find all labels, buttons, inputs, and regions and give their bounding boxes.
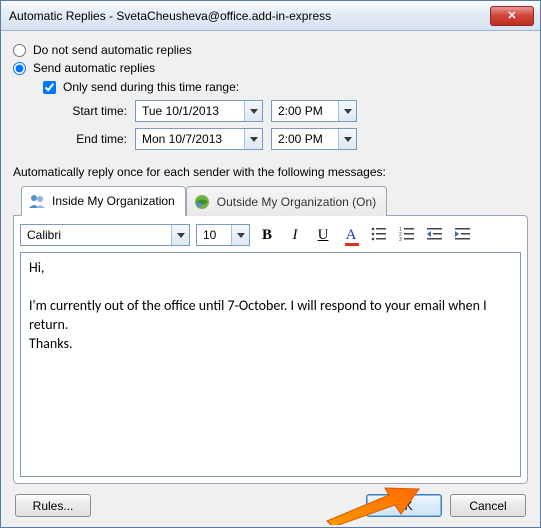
start-time-combo[interactable]: 2:00 PM [271,100,357,122]
section-label: Automatically reply once for each sender… [13,153,528,185]
increase-indent-icon [455,227,471,244]
bulleted-list-icon [371,227,387,244]
globe-people-icon [193,193,211,211]
tab-strip: Inside My Organization Outside My Organi… [21,186,528,216]
end-date-combo[interactable]: Mon 10/7/2013 [135,128,263,150]
format-toolbar: Calibri 10 B I U A 123 [20,222,521,252]
numbered-list-icon: 123 [399,227,415,244]
chevron-down-icon[interactable] [171,225,189,245]
tab-outside-label: Outside My Organization (On) [217,195,376,209]
radio-do-not-send-label: Do not send automatic replies [33,43,192,57]
numbered-list-button[interactable]: 123 [396,224,418,246]
bulleted-list-button[interactable] [368,224,390,246]
tab-inside-org[interactable]: Inside My Organization [21,186,186,216]
italic-button[interactable]: I [284,224,306,246]
end-time-row: End time: Mon 10/7/2013 2:00 PM [13,125,528,153]
underline-button[interactable]: U [312,224,334,246]
footer-buttons: Rules... OK Cancel [13,484,528,519]
close-button[interactable]: ✕ [490,6,534,26]
rules-button[interactable]: Rules... [15,494,91,517]
bold-icon: B [262,227,272,244]
chevron-down-icon[interactable] [338,101,356,121]
chevron-down-icon[interactable] [244,101,262,121]
radio-do-not-send-row[interactable]: Do not send automatic replies [13,41,528,59]
underline-icon: U [318,227,329,244]
font-value: Calibri [21,228,171,242]
end-time-combo[interactable]: 2:00 PM [271,128,357,150]
font-color-icon: A [346,227,357,244]
bold-button[interactable]: B [256,224,278,246]
font-size-combo[interactable]: 10 [196,224,250,246]
cancel-label: Cancel [469,499,506,513]
decrease-indent-button[interactable] [424,224,446,246]
cancel-button[interactable]: Cancel [450,494,526,517]
title-bar: Automatic Replies - SvetaCheusheva@offic… [1,1,540,31]
checkbox-time-range-label: Only send during this time range: [63,80,239,94]
chevron-down-icon[interactable] [338,129,356,149]
chevron-down-icon[interactable] [244,129,262,149]
checkbox-time-range[interactable] [43,81,56,94]
dialog-window: Automatic Replies - SvetaCheusheva@offic… [0,0,541,528]
font-color-button[interactable]: A [340,224,362,246]
start-date-combo[interactable]: Tue 10/1/2013 [135,100,263,122]
dialog-body: Do not send automatic replies Send autom… [1,31,540,527]
people-icon [28,192,46,210]
radio-send-label: Send automatic replies [33,61,155,75]
chevron-down-icon[interactable] [231,225,249,245]
editor-panel: Calibri 10 B I U A 123 [13,215,528,484]
font-combo[interactable]: Calibri [20,224,190,246]
end-date-value: Mon 10/7/2013 [136,132,244,146]
message-editor[interactable]: Hi, I'm currently out of the office unti… [20,252,521,477]
tab-inside-label: Inside My Organization [52,194,175,208]
checkbox-time-range-row[interactable]: Only send during this time range: [13,77,528,97]
close-icon: ✕ [507,9,516,22]
increase-indent-button[interactable] [452,224,474,246]
start-time-value: 2:00 PM [272,104,338,118]
ok-button[interactable]: OK [366,494,442,517]
radio-send[interactable] [13,62,26,75]
svg-text:3: 3 [399,237,402,241]
radio-do-not-send[interactable] [13,44,26,57]
decrease-indent-icon [427,227,443,244]
font-size-value: 10 [197,228,231,242]
start-time-label: Start time: [65,104,127,118]
end-time-value: 2:00 PM [272,132,338,146]
end-time-label: End time: [65,132,127,146]
window-title: Automatic Replies - SvetaCheusheva@offic… [7,9,490,23]
rules-label: Rules... [33,499,74,513]
italic-icon: I [293,227,298,244]
start-time-row: Start time: Tue 10/1/2013 2:00 PM [13,97,528,125]
tab-outside-org[interactable]: Outside My Organization (On) [186,186,387,216]
radio-send-row[interactable]: Send automatic replies [13,59,528,77]
start-date-value: Tue 10/1/2013 [136,104,244,118]
ok-label: OK [395,499,412,513]
